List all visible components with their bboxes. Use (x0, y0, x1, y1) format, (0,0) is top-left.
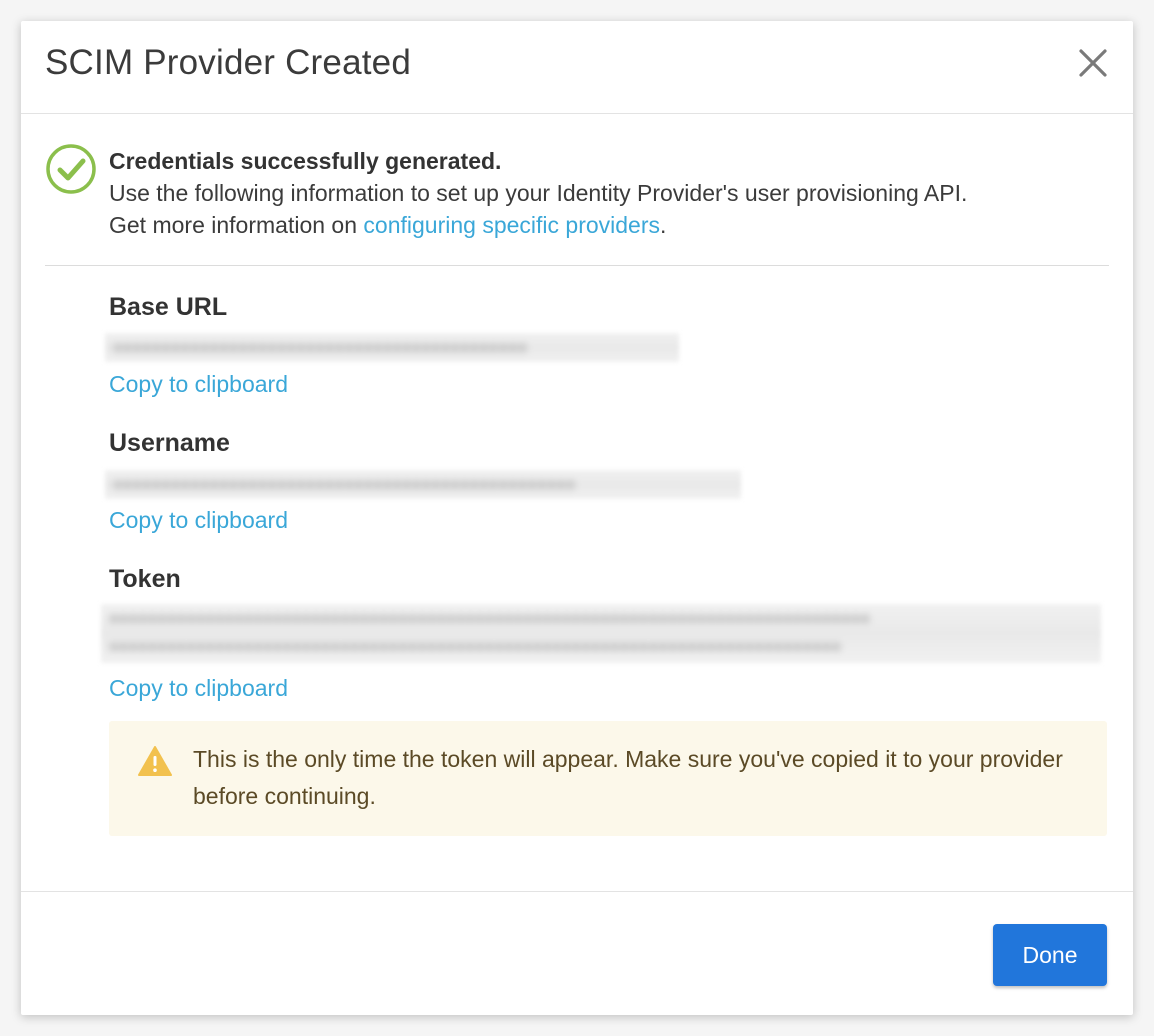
dialog-header: SCIM Provider Created (21, 21, 1133, 114)
configuring-providers-link[interactable]: configuring specific providers (363, 212, 660, 238)
copy-token-link[interactable]: Copy to clipboard (109, 675, 288, 702)
success-description: Use the following information to set up … (109, 180, 968, 206)
username-redacted: ●●●●●●●●●●●●●●●●●●●●●●●●●●●●●●●●●●●●●●●●… (113, 474, 576, 493)
more-info-suffix: . (660, 212, 667, 238)
token-redacted-line-1: ●●●●●●●●●●●●●●●●●●●●●●●●●●●●●●●●●●●●●●●●… (109, 608, 870, 627)
check-circle-icon (46, 144, 96, 194)
done-button[interactable]: Done (993, 924, 1107, 986)
success-text: Credentials successfully generated. Use … (109, 145, 967, 241)
success-title: Credentials successfully generated. (109, 148, 502, 174)
base-url-value: ●●●●●●●●●●●●●●●●●●●●●●●●●●●●●●●●●●●●●●●●… (105, 333, 679, 362)
close-button[interactable] (1077, 47, 1109, 79)
copy-username-link[interactable]: Copy to clipboard (109, 507, 288, 534)
more-info-line: Get more information on configuring spec… (109, 209, 967, 241)
more-info-prefix: Get more information on (109, 212, 364, 238)
base-url-redacted: ●●●●●●●●●●●●●●●●●●●●●●●●●●●●●●●●●●●●●●●●… (113, 337, 528, 356)
token-label: Token (109, 565, 181, 593)
base-url-label: Base URL (109, 293, 228, 321)
copy-base-url-link[interactable]: Copy to clipboard (109, 371, 288, 398)
token-value: ●●●●●●●●●●●●●●●●●●●●●●●●●●●●●●●●●●●●●●●●… (101, 604, 1101, 663)
scim-provider-dialog: SCIM Provider Created Credentials succes… (21, 21, 1133, 1015)
token-redacted-line-2: ●●●●●●●●●●●●●●●●●●●●●●●●●●●●●●●●●●●●●●●●… (109, 636, 842, 655)
username-value: ●●●●●●●●●●●●●●●●●●●●●●●●●●●●●●●●●●●●●●●●… (105, 470, 741, 499)
dialog-title: SCIM Provider Created (45, 43, 411, 82)
dialog-footer: Done (21, 891, 1133, 1015)
username-label: Username (109, 429, 230, 457)
token-warning: This is the only time the token will app… (109, 721, 1107, 836)
warning-text: This is the only time the token will app… (193, 746, 1063, 809)
close-icon (1079, 49, 1107, 77)
success-message: Credentials successfully generated. Use … (45, 143, 1109, 266)
warning-triangle-icon (138, 746, 172, 776)
